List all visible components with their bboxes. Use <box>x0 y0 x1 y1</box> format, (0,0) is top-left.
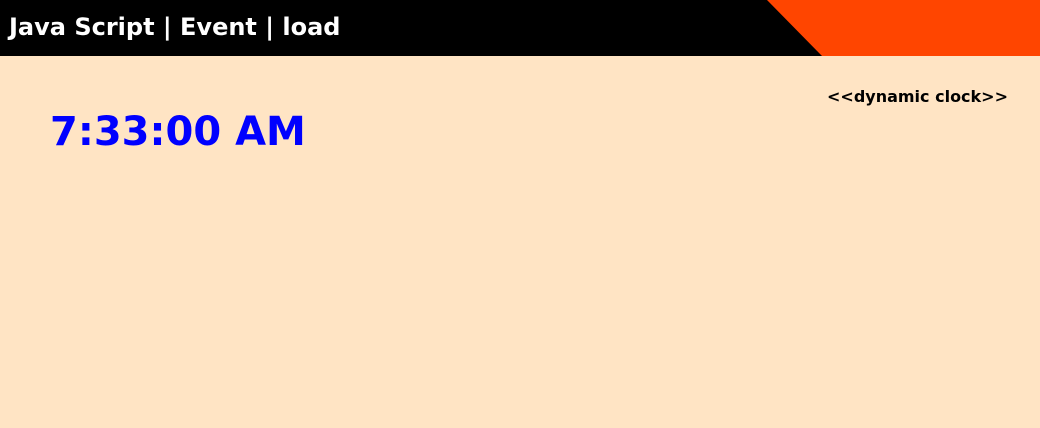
clock-caption: <<dynamic clock>> <box>827 87 1008 106</box>
page-header: Java Script | Event | load <box>0 0 1040 56</box>
header-accent-shape <box>767 0 1040 56</box>
page-title: Java Script | Event | load <box>9 13 341 41</box>
clock-time-display: 7:33:00 AM <box>50 109 306 155</box>
